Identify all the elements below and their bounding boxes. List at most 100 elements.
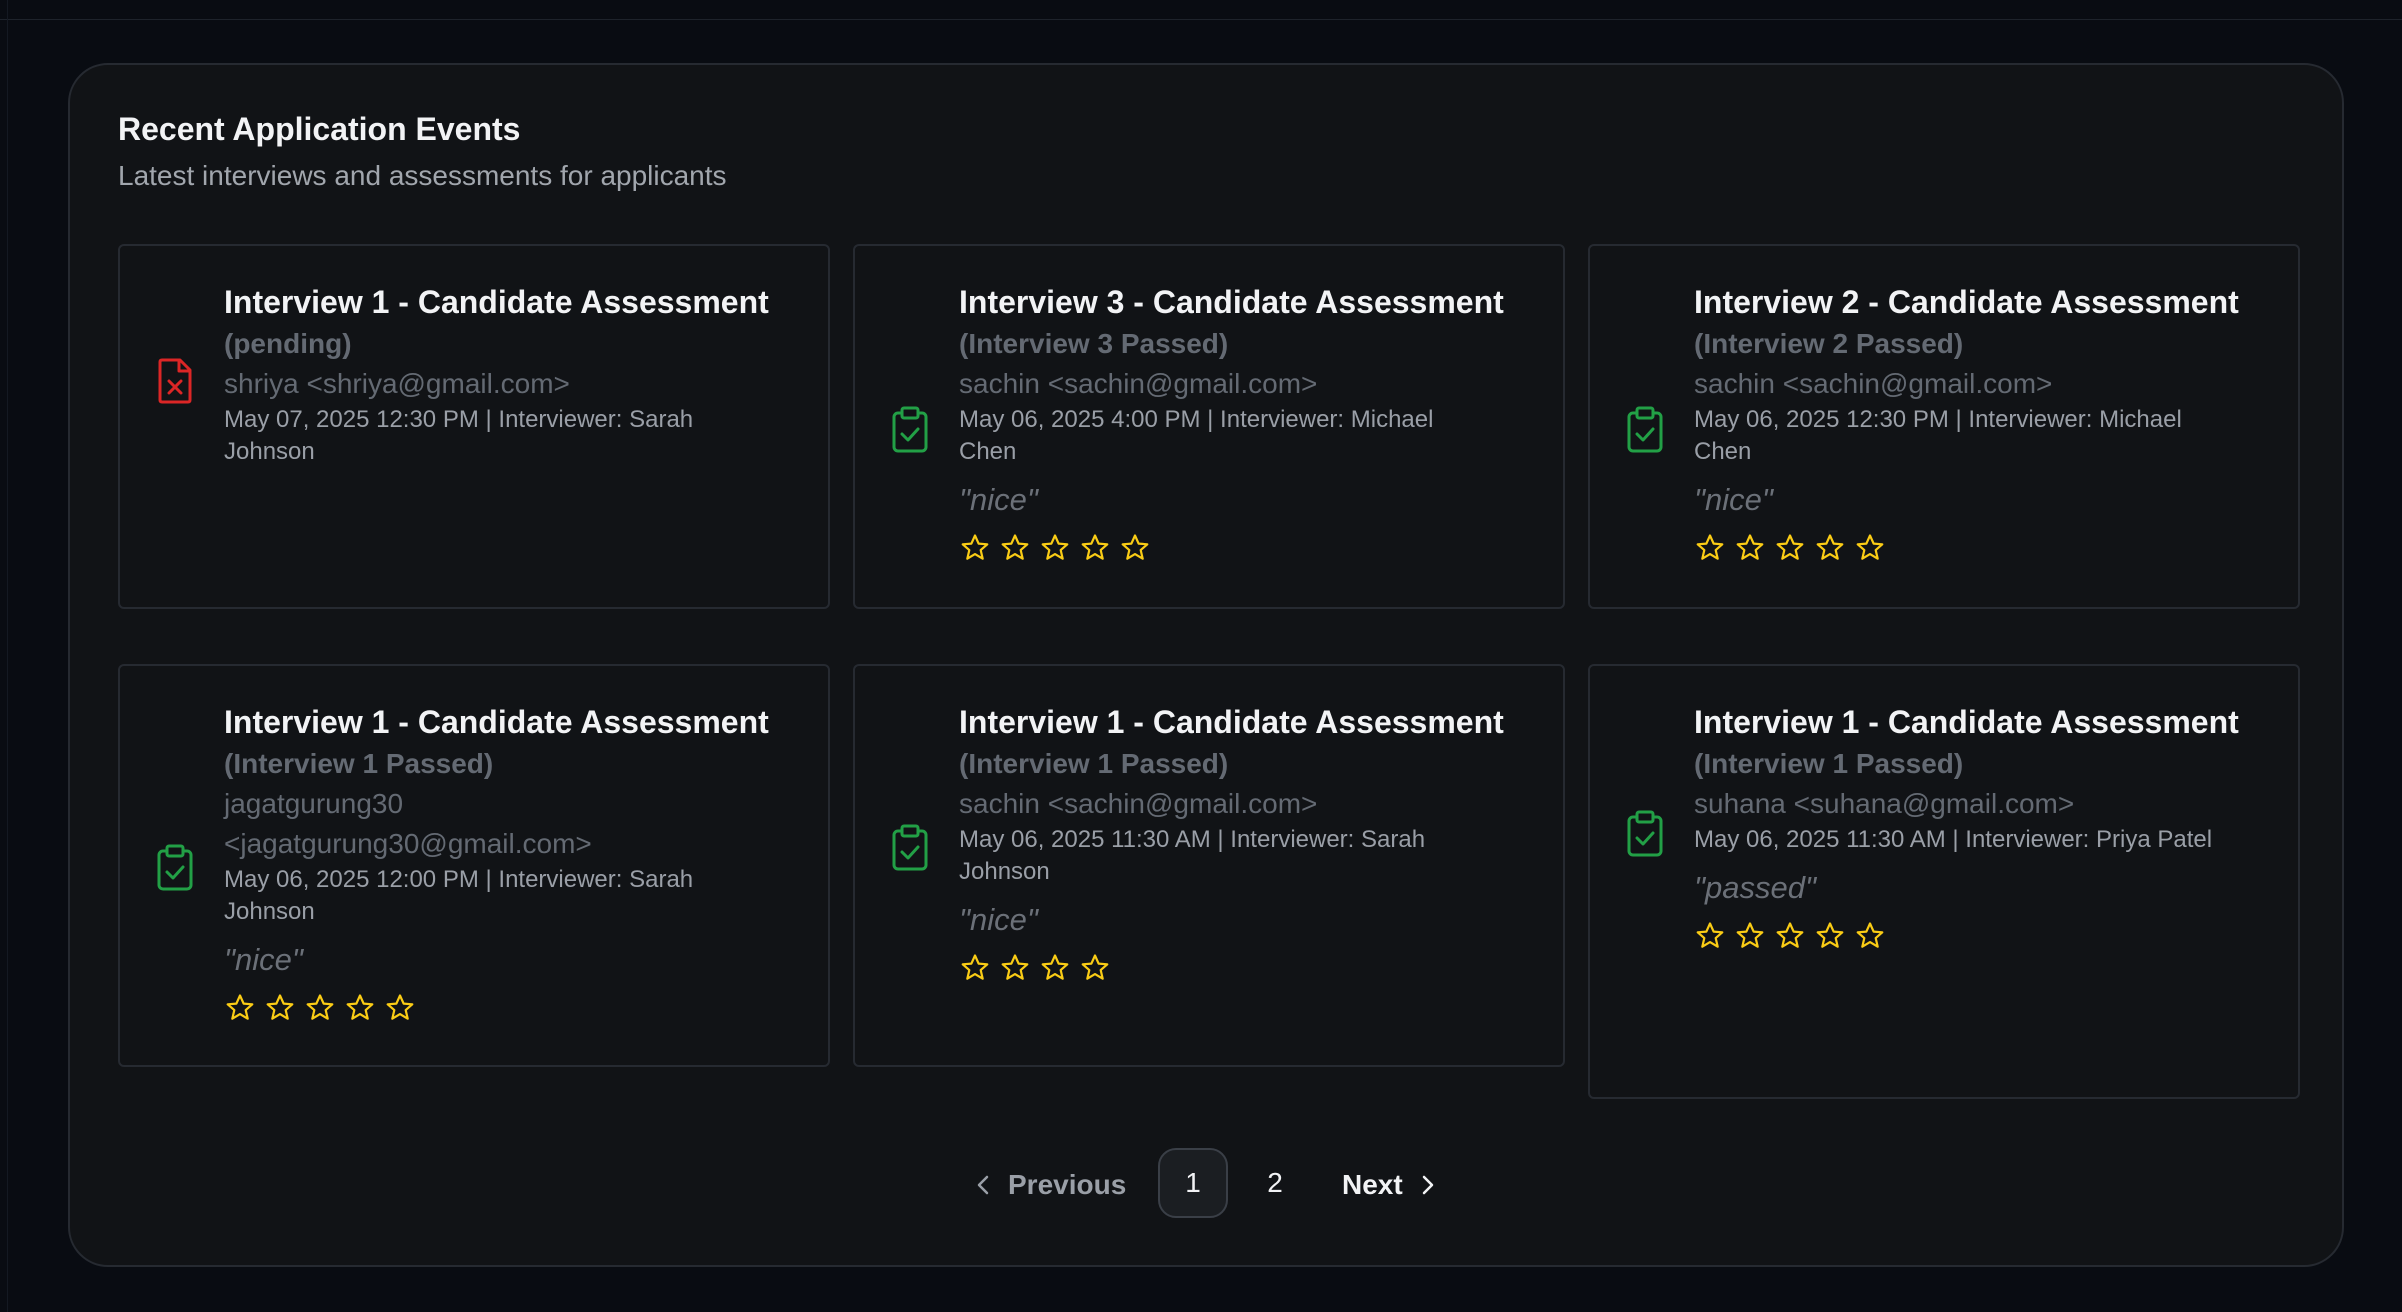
- applicant-email: sachin <sachin@gmail.com>: [959, 788, 1318, 819]
- file-x-icon: [158, 358, 192, 404]
- event-meta: Chen: [1694, 438, 1752, 465]
- star-icon: [346, 994, 374, 1020]
- applicant-email: <jagatgurung30@gmail.com>: [224, 828, 592, 859]
- event-content: Interview 1 - Candidate Assessment (Inter…: [224, 702, 808, 1024]
- panel-title: Recent Application Events: [118, 111, 521, 147]
- event-card[interactable]: Interview 1 - Candidate Assessment (pendi…: [118, 244, 830, 609]
- event-title: Interview 3 - Candidate Assessment: [959, 284, 1504, 320]
- clipboard-check-icon: [157, 844, 193, 891]
- star-icon: [266, 994, 294, 1020]
- rating-stars: [959, 952, 1543, 984]
- event-feedback: "nice": [224, 942, 303, 977]
- star-icon: [1121, 534, 1149, 560]
- rating-stars: [1694, 920, 2278, 952]
- star-icon: [1816, 534, 1844, 560]
- rating-stars: [1694, 532, 2278, 564]
- star-icon: [1001, 534, 1029, 560]
- clipboard-check-icon: [892, 824, 928, 871]
- left-divider: [7, 0, 8, 1312]
- star-icon: [1696, 534, 1724, 560]
- chevron-right-icon: [1422, 1175, 1433, 1195]
- event-title: Interview 1 - Candidate Assessment: [224, 284, 769, 320]
- previous-label: Previous: [1008, 1169, 1127, 1200]
- panel-subtitle: Latest interviews and assessments for ap…: [118, 160, 727, 191]
- event-status-icon: [1626, 809, 1664, 857]
- star-icon: [1736, 534, 1764, 560]
- event-status: (pending): [224, 328, 352, 359]
- event-content: Interview 2 - Candidate Assessment (Inter…: [1694, 282, 2278, 564]
- event-status: (Interview 1 Passed): [959, 748, 1229, 779]
- event-content: Interview 1 - Candidate Assessment (pendi…: [224, 282, 808, 468]
- applicant-email: jagatgurung30: [224, 788, 404, 819]
- star-icon: [1856, 922, 1884, 948]
- event-content: Interview 1 - Candidate Assessment (Inter…: [1694, 702, 2278, 952]
- event-status: (Interview 3 Passed): [959, 328, 1229, 359]
- star-icon: [306, 994, 334, 1020]
- event-feedback: "nice": [1694, 482, 1773, 517]
- applicant-email: shriya <shriya@gmail.com>: [224, 368, 570, 399]
- event-title: Interview 1 - Candidate Assessment: [1694, 704, 2239, 740]
- event-feedback: "nice": [959, 482, 1038, 517]
- clipboard-check-icon: [1627, 406, 1663, 453]
- event-feedback: "passed": [1694, 870, 1816, 905]
- star-icon: [386, 994, 414, 1020]
- event-feedback: "nice": [959, 902, 1038, 937]
- event-meta: May 06, 2025 11:30 AM | Interviewer: Pri…: [1694, 826, 2213, 853]
- pagination: Previous 1 2 Next: [70, 1148, 2342, 1222]
- star-icon: [1041, 954, 1069, 980]
- event-card[interactable]: Interview 1 - Candidate Assessment (Inter…: [853, 664, 1565, 1067]
- applicant-email: suhana <suhana@gmail.com>: [1694, 788, 2075, 819]
- event-status-icon: [156, 357, 194, 405]
- event-meta: May 07, 2025 12:30 PM | Interviewer: Sar…: [224, 406, 694, 433]
- event-title: Interview 1 - Candidate Assessment: [959, 704, 1504, 740]
- page-1-button[interactable]: 1: [1158, 1148, 1228, 1218]
- event-card[interactable]: Interview 3 - Candidate Assessment (Inter…: [853, 244, 1565, 609]
- star-icon: [1696, 922, 1724, 948]
- event-meta: Johnson: [959, 858, 1050, 885]
- event-status: (Interview 2 Passed): [1694, 328, 1964, 359]
- event-meta: May 06, 2025 11:30 AM | Interviewer: Sar…: [959, 826, 1426, 853]
- recent-events-panel: Recent Application Events Latest intervi…: [68, 63, 2344, 1267]
- event-meta: Johnson: [224, 438, 315, 465]
- star-icon: [1081, 534, 1109, 560]
- event-status: (Interview 1 Passed): [1694, 748, 1964, 779]
- star-icon: [1041, 534, 1069, 560]
- event-title: Interview 1 - Candidate Assessment: [224, 704, 769, 740]
- page-2-button[interactable]: 2: [1240, 1148, 1310, 1218]
- star-icon: [1816, 922, 1844, 948]
- event-meta: May 06, 2025 12:00 PM | Interviewer: Sar…: [224, 866, 694, 893]
- applicant-email: sachin <sachin@gmail.com>: [959, 368, 1318, 399]
- star-icon: [961, 954, 989, 980]
- event-meta: Johnson: [224, 898, 315, 925]
- event-meta: Chen: [959, 438, 1017, 465]
- clipboard-check-icon: [892, 406, 928, 453]
- star-icon: [1856, 534, 1884, 560]
- event-card[interactable]: Interview 1 - Candidate Assessment (Inter…: [1588, 664, 2300, 1099]
- rating-stars: [224, 992, 808, 1024]
- event-status-icon: [1626, 405, 1664, 453]
- event-content: Interview 3 - Candidate Assessment (Inter…: [959, 282, 1543, 564]
- chevron-left-icon: [977, 1175, 989, 1195]
- star-icon: [1081, 954, 1109, 980]
- event-meta: May 06, 2025 4:00 PM | Interviewer: Mich…: [959, 406, 1434, 433]
- star-icon: [961, 534, 989, 560]
- applicant-email: sachin <sachin@gmail.com>: [1694, 368, 2053, 399]
- rating-stars: [959, 532, 1543, 564]
- event-status: (Interview 1 Passed): [224, 748, 494, 779]
- star-icon: [226, 994, 254, 1020]
- event-status-icon: [156, 843, 194, 891]
- event-card[interactable]: Interview 1 - Candidate Assessment (Inter…: [118, 664, 830, 1067]
- event-meta: May 06, 2025 12:30 PM | Interviewer: Mic…: [1694, 406, 2182, 433]
- star-icon: [1776, 534, 1804, 560]
- previous-page-button[interactable]: Previous: [974, 1148, 1126, 1222]
- event-title: Interview 2 - Candidate Assessment: [1694, 284, 2239, 320]
- next-label: Next: [1342, 1169, 1403, 1200]
- clipboard-check-icon: [1627, 810, 1663, 857]
- event-content: Interview 1 - Candidate Assessment (Inter…: [959, 702, 1543, 984]
- event-card[interactable]: Interview 2 - Candidate Assessment (Inter…: [1588, 244, 2300, 609]
- star-icon: [1001, 954, 1029, 980]
- star-icon: [1736, 922, 1764, 948]
- event-status-icon: [891, 405, 929, 453]
- next-page-button[interactable]: Next: [1342, 1148, 1437, 1222]
- event-status-icon: [891, 823, 929, 871]
